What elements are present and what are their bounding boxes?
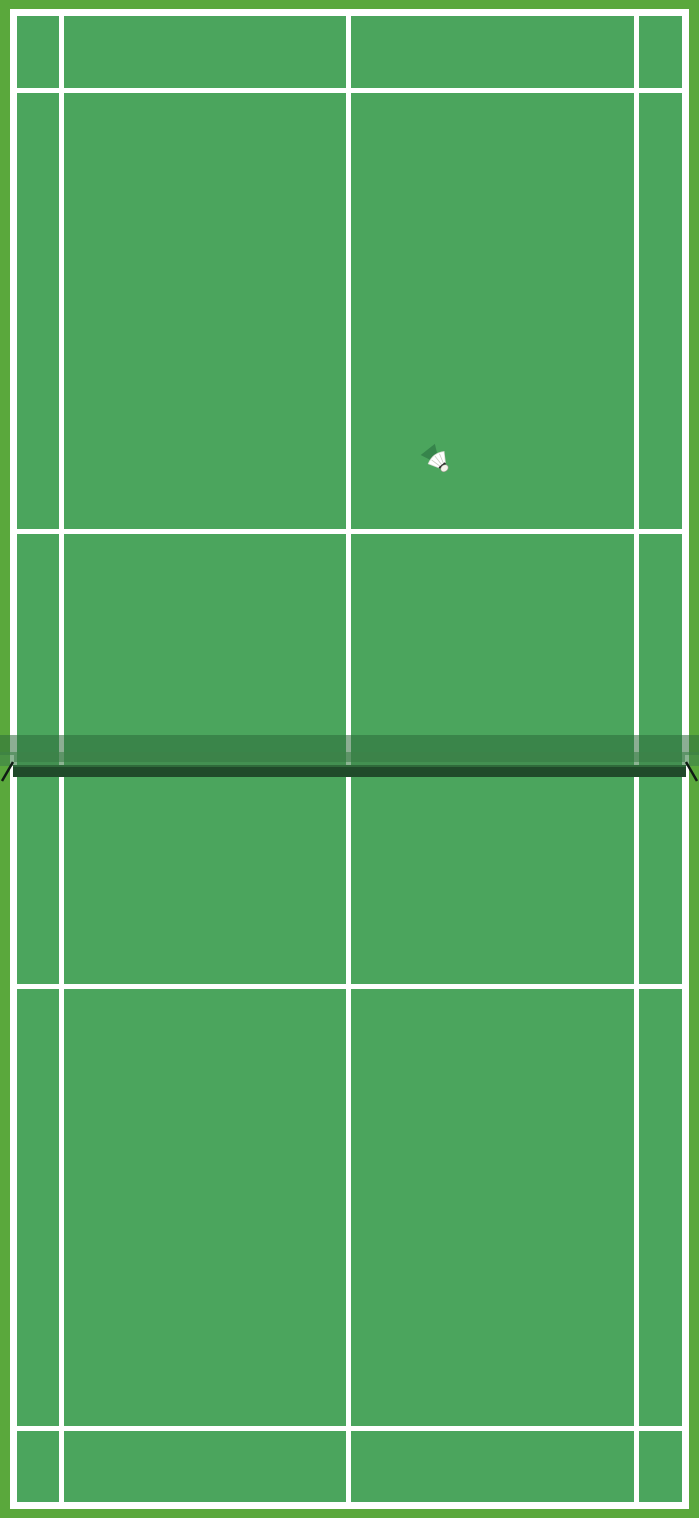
badminton-game-screen[interactable] bbox=[0, 0, 699, 1518]
short-service-line-bottom bbox=[10, 984, 689, 989]
net-shadow-band bbox=[0, 752, 699, 766]
long-service-line-top bbox=[10, 88, 689, 93]
badminton-court[interactable] bbox=[0, 0, 699, 1518]
net-top-edge bbox=[13, 765, 686, 767]
long-service-line-bottom bbox=[10, 1426, 689, 1431]
short-service-line-top bbox=[10, 529, 689, 534]
